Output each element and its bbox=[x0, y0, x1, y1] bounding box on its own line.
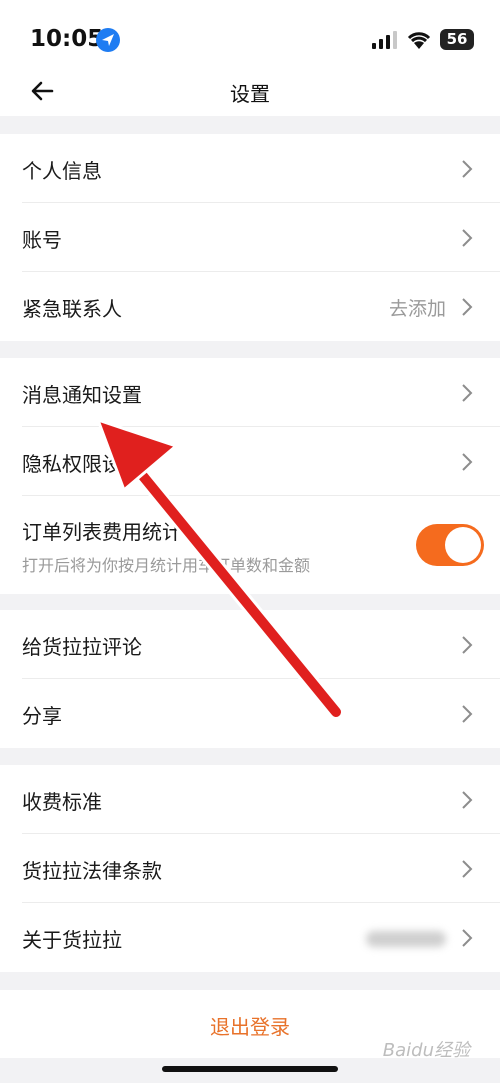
status-bar: 10:05 56 bbox=[0, 0, 500, 80]
home-indicator bbox=[162, 1066, 338, 1072]
row-label: 关于货拉拉 bbox=[22, 928, 122, 952]
chevron-right-icon bbox=[462, 453, 473, 471]
row-label: 收费标准 bbox=[22, 790, 102, 814]
row-about[interactable]: 关于货拉拉 bbox=[22, 903, 500, 972]
chevron-right-icon bbox=[462, 705, 473, 723]
row-label: 账号 bbox=[22, 228, 62, 252]
row-share[interactable]: 分享 bbox=[22, 679, 500, 748]
page-title: 设置 bbox=[230, 82, 270, 106]
row-label: 给货拉拉评论 bbox=[22, 635, 142, 659]
status-time: 10:05 bbox=[30, 26, 104, 52]
row-label: 订单列表费用统计 bbox=[22, 520, 182, 544]
settings-group-about: 收费标准 货拉拉法律条款 关于货拉拉 bbox=[0, 765, 500, 972]
cellular-signal-icon bbox=[372, 31, 398, 53]
row-label: 货拉拉法律条款 bbox=[22, 859, 162, 883]
row-notification-settings[interactable]: 消息通知设置 bbox=[22, 358, 500, 427]
watermark: Baidu经验 bbox=[382, 1040, 470, 1061]
chevron-right-icon bbox=[462, 384, 473, 402]
row-label: 紧急联系人 bbox=[22, 297, 122, 321]
row-personal-info[interactable]: 个人信息 bbox=[22, 134, 500, 203]
row-legal-terms[interactable]: 货拉拉法律条款 bbox=[22, 834, 500, 903]
row-value: 去添加 bbox=[388, 298, 446, 320]
toggle-knob bbox=[445, 527, 481, 563]
location-icon bbox=[96, 28, 120, 52]
settings-group-privacy: 消息通知设置 隐私权限设置 订单列表费用统计 打开后将为你按月统计用车订单数和金… bbox=[0, 358, 500, 594]
row-pricing[interactable]: 收费标准 bbox=[22, 765, 500, 834]
wifi-icon bbox=[406, 30, 432, 54]
chevron-right-icon bbox=[462, 298, 473, 316]
chevron-right-icon bbox=[462, 860, 473, 878]
chevron-right-icon bbox=[462, 791, 473, 809]
order-stats-toggle[interactable] bbox=[416, 524, 484, 566]
row-emergency-contact[interactable]: 紧急联系人 去添加 bbox=[22, 272, 500, 341]
row-label: 个人信息 bbox=[22, 159, 102, 183]
row-label: 隐私权限设置 bbox=[22, 452, 142, 476]
row-rate-app[interactable]: 给货拉拉评论 bbox=[22, 610, 500, 679]
row-sublabel: 打开后将为你按月统计用车订单数和金额 bbox=[22, 556, 311, 575]
settings-group-account: 个人信息 账号 紧急联系人 去添加 bbox=[0, 134, 500, 341]
nav-bar: 设置 bbox=[0, 80, 500, 116]
battery-indicator: 56 bbox=[440, 29, 474, 50]
chevron-right-icon bbox=[462, 636, 473, 654]
blurred-version-value bbox=[366, 931, 446, 947]
row-order-cost-stats: 订单列表费用统计 打开后将为你按月统计用车订单数和金额 bbox=[22, 496, 500, 594]
row-label: 分享 bbox=[22, 704, 62, 728]
settings-group-share: 给货拉拉评论 分享 bbox=[0, 610, 500, 748]
chevron-right-icon bbox=[462, 929, 473, 947]
chevron-right-icon bbox=[462, 160, 473, 178]
row-label: 消息通知设置 bbox=[22, 383, 142, 407]
row-account[interactable]: 账号 bbox=[22, 203, 500, 272]
row-privacy-permissions[interactable]: 隐私权限设置 bbox=[22, 427, 500, 496]
chevron-right-icon bbox=[462, 229, 473, 247]
